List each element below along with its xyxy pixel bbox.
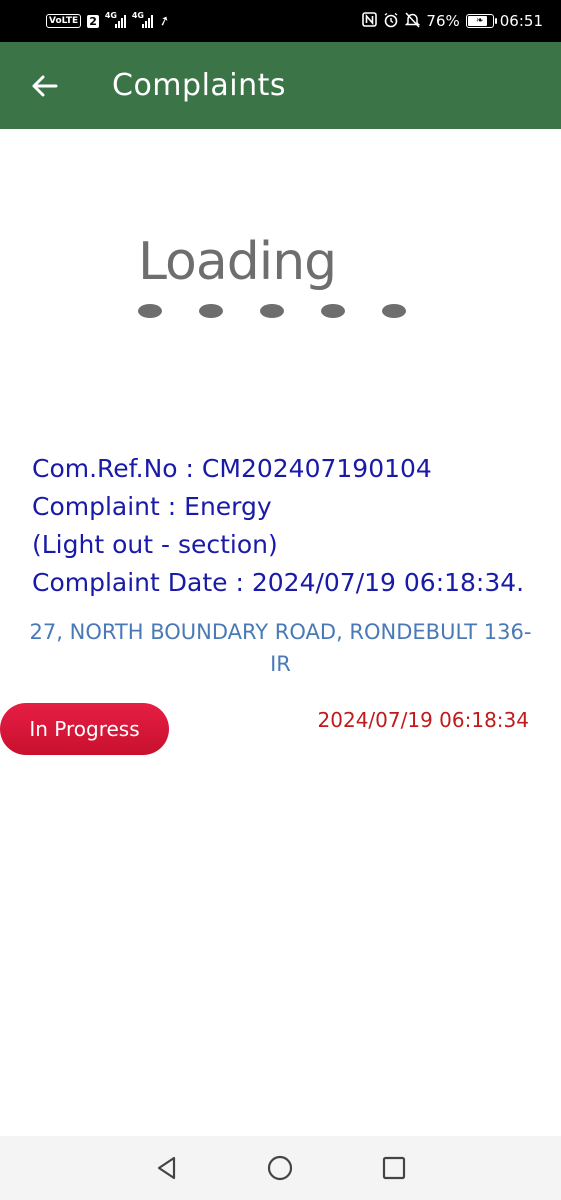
system-nav-bar bbox=[0, 1136, 561, 1200]
nav-recents-button[interactable] bbox=[370, 1144, 418, 1192]
mute-icon bbox=[405, 11, 421, 31]
clock: 06:51 bbox=[499, 12, 543, 30]
alarm-icon bbox=[383, 12, 399, 31]
data-icon: ➚ bbox=[156, 12, 173, 30]
signal-icon-2: 4G bbox=[131, 11, 153, 28]
circle-home-icon bbox=[268, 1155, 293, 1181]
complaint-date: Complaint Date : 2024/07/19 06:18:34. bbox=[32, 568, 525, 597]
signal-icon: 4G bbox=[104, 11, 126, 28]
loading-dot bbox=[138, 304, 162, 318]
status-label: In Progress bbox=[29, 717, 140, 741]
battery-icon: ❧ bbox=[465, 14, 497, 28]
network-label-2: 4G bbox=[131, 11, 144, 20]
loading-image: Loading bbox=[130, 232, 420, 332]
loading-dot bbox=[321, 304, 345, 318]
triangle-back-icon bbox=[157, 1156, 175, 1180]
loading-dots bbox=[138, 304, 406, 318]
complaint-address: 27, NORTH BOUNDARY ROAD, RONDEBULT 136-I… bbox=[29, 620, 532, 676]
loading-dot bbox=[382, 304, 406, 318]
status-right: 76% ❧ 06:51 bbox=[362, 11, 543, 31]
status-left: VoLTE 2 4G 4G ➚ bbox=[46, 11, 173, 30]
sim-number: 2 bbox=[87, 14, 99, 28]
page-title: Complaints bbox=[112, 68, 287, 103]
status-badge[interactable]: In Progress bbox=[0, 703, 169, 755]
loading-dot bbox=[260, 304, 284, 318]
app-bar: Complaints bbox=[0, 42, 561, 129]
complaint-subtype: (Light out - section) bbox=[32, 530, 278, 559]
complaint-details: Com.Ref.No : CM202407190104 Complaint : … bbox=[32, 450, 542, 602]
arrow-left-icon bbox=[32, 75, 58, 96]
complaint-type: Complaint : Energy bbox=[32, 492, 272, 521]
network-label: 4G bbox=[104, 11, 117, 20]
volte-icon: VoLTE bbox=[46, 14, 82, 28]
nav-back-button[interactable] bbox=[143, 1144, 191, 1192]
loading-text: Loading bbox=[138, 232, 337, 292]
back-button[interactable] bbox=[14, 56, 74, 116]
nav-home-button[interactable] bbox=[256, 1144, 304, 1192]
status-bar: VoLTE 2 4G 4G ➚ 76% ❧ 06:51 bbox=[0, 0, 561, 42]
nfc-icon bbox=[362, 12, 378, 30]
loading-dot bbox=[199, 304, 223, 318]
complaint-ref: Com.Ref.No : CM202407190104 bbox=[32, 454, 432, 483]
square-recents-icon bbox=[383, 1156, 406, 1180]
battery-percent: 76% bbox=[426, 12, 460, 30]
status-date: 2024/07/19 06:18:34 bbox=[317, 708, 529, 732]
